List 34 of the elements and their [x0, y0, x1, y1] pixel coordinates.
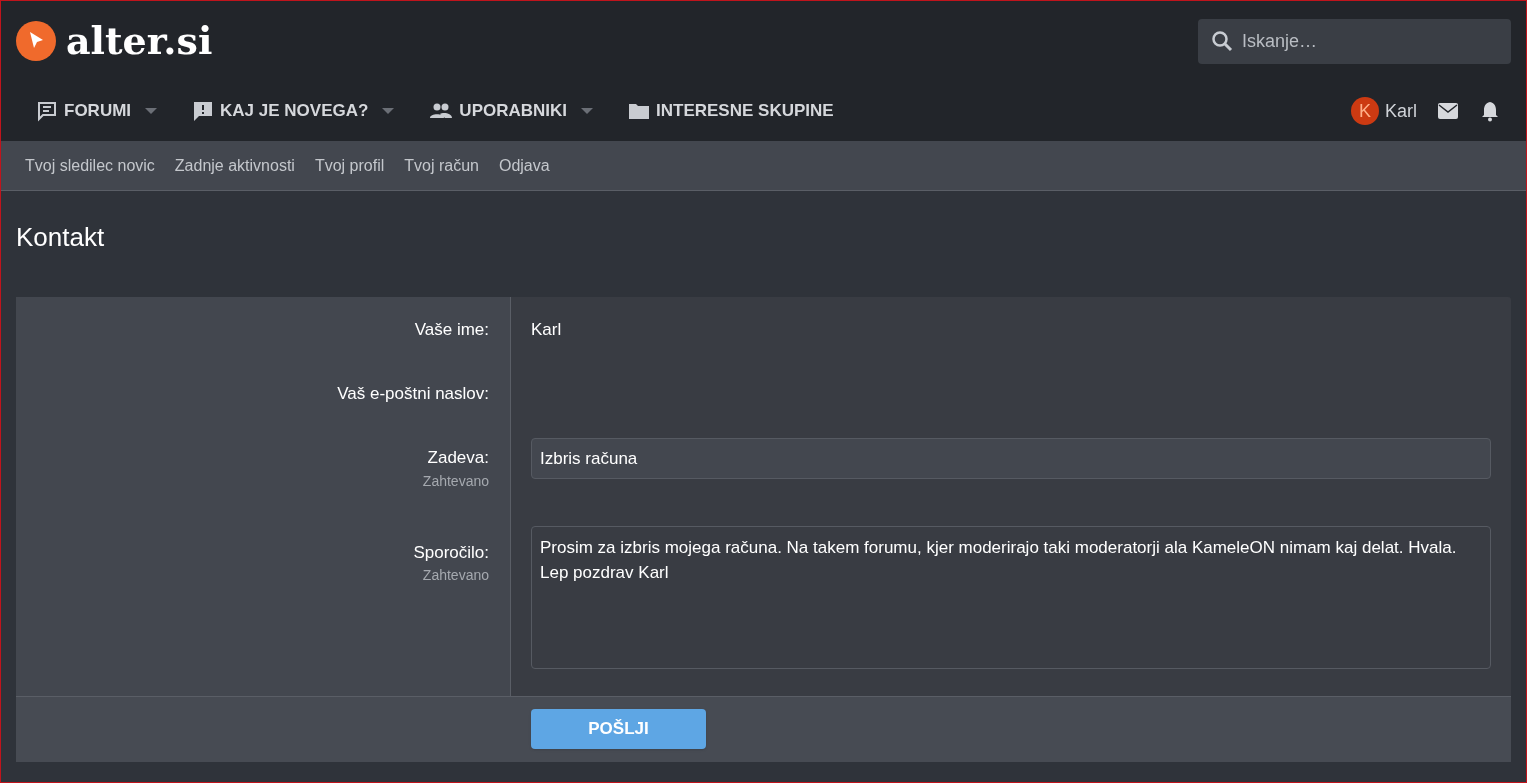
user-menu[interactable]: K Karl: [1351, 97, 1417, 125]
nav-tab[interactable]: UPORABNIKI: [429, 98, 568, 124]
avatar: K: [1351, 97, 1379, 125]
subnav-link[interactable]: Tvoj profil: [314, 153, 385, 178]
subnav-link[interactable]: Odjava: [498, 153, 550, 178]
field-value: Karl: [531, 320, 562, 339]
nav-tab[interactable]: KAJ JE NOVEGA?: [192, 98, 369, 124]
folder-icon: [628, 102, 651, 120]
logo-icon: [16, 21, 56, 61]
mail-icon[interactable]: [1437, 102, 1459, 120]
nav-tab[interactable]: INTERESNE SKUPINE: [628, 98, 834, 124]
page-title: Kontakt: [16, 221, 106, 253]
required-hint: Zahtevano: [422, 471, 489, 491]
caret-icon[interactable]: [145, 108, 158, 114]
caret-icon[interactable]: [382, 108, 395, 114]
user-name: Karl: [1385, 99, 1417, 123]
search-field[interactable]: Iskanje…: [1198, 18, 1511, 64]
search-icon: [1210, 28, 1234, 53]
subnav-link[interactable]: Tvoj sledilec novic: [25, 153, 155, 178]
field-label: Sporočilo:: [413, 541, 489, 564]
site-logo[interactable]: alter.si: [66, 22, 213, 60]
field-label: Vaš e-poštni naslov:: [337, 383, 489, 405]
field-label: Vaše ime:: [414, 319, 489, 341]
field-label: Zadeva:: [427, 447, 489, 469]
alert-message-icon: [192, 100, 215, 122]
required-hint: Zahtevano: [422, 566, 489, 585]
message-icon: [36, 100, 58, 122]
users-icon: [429, 102, 454, 120]
subnav-link[interactable]: Tvoj račun: [404, 153, 479, 178]
subject-field[interactable]: Izbris računa: [531, 438, 1491, 479]
caret-icon[interactable]: [581, 108, 594, 114]
subnav-link[interactable]: Zadnje aktivnosti: [174, 153, 295, 178]
nav-tab[interactable]: FORUMI: [36, 98, 132, 124]
message-field[interactable]: Prosim za izbris mojega računa. Na takem forumu, kjer moderirajo taki moderatorji ala KameleON nimam kaj delat. Hvala. Lep pozdrav Karl: [531, 525, 1491, 669]
